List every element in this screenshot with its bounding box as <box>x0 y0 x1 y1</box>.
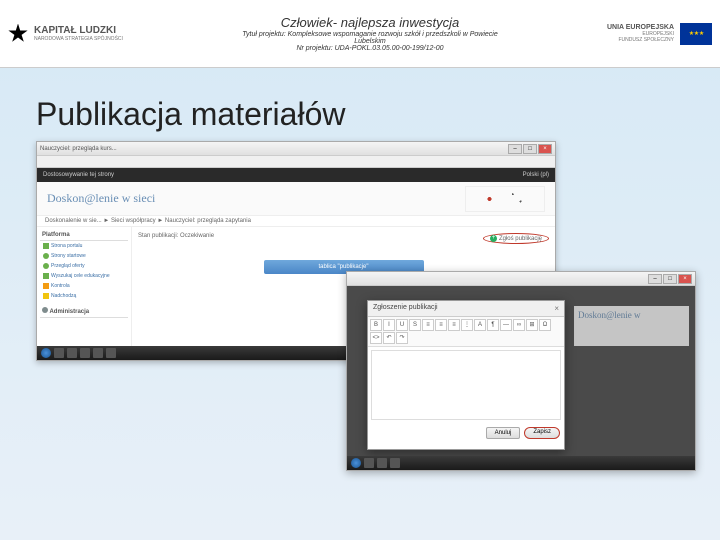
editor-align-button[interactable]: ≡ <box>435 319 447 331</box>
close-button[interactable]: × <box>678 274 692 284</box>
moodle-nav-left[interactable]: Dostosowywanie tej strony <box>43 172 114 178</box>
logo-eu: UNIA EUROPEJSKA EUROPEJSKI FUNDUSZ SPOŁE… <box>582 23 712 45</box>
task-icon[interactable] <box>67 348 77 358</box>
logo-kapital-ludzki: KAPITAŁ LUDZKI NARODOWA STRATEGIA SPÓJNO… <box>8 24 158 44</box>
editor-strike-button[interactable]: S <box>409 319 421 331</box>
task-icon[interactable] <box>390 458 400 468</box>
editor-html-button[interactable]: <> <box>370 332 382 344</box>
arrow-icon <box>43 263 49 269</box>
browser-toolbar <box>37 156 555 168</box>
editor-italic-button[interactable]: I <box>383 319 395 331</box>
logo-main-text: KAPITAŁ LUDZKI <box>34 25 123 36</box>
window-titlebar: – □ × <box>347 272 695 286</box>
maximize-button[interactable]: □ <box>523 144 537 154</box>
task-icon[interactable] <box>377 458 387 468</box>
admin-title: Administracja <box>40 305 128 318</box>
modal-title: Zgłoszenie publikacji <box>373 304 438 313</box>
task-icon[interactable] <box>106 348 116 358</box>
window-title: Nauczyciel: przegląda kurs... <box>40 146 117 152</box>
start-button[interactable] <box>41 348 51 358</box>
moodle-top-nav: Dostosowywanie tej strony Polski (pl) <box>37 168 555 182</box>
sidebar-title: Platforma <box>40 230 128 241</box>
envelope-icon <box>43 293 49 299</box>
header-motto: Człowiek- najlepsza inwestycja <box>158 15 582 30</box>
star-nav-icon <box>43 273 49 279</box>
start-button[interactable] <box>351 458 361 468</box>
editor-link-button[interactable]: ∞ <box>513 319 525 331</box>
editor-undo-button[interactable]: ↶ <box>383 332 395 344</box>
minimize-button[interactable]: – <box>648 274 662 284</box>
project-subtitle: Lubelskim <box>158 38 582 45</box>
banner-graphic <box>465 186 545 212</box>
modal-header: Zgłoszenie publikacji × <box>368 301 564 317</box>
project-number: Nr projektu: UDA-POKL.03.05.00-00-199/12… <box>158 45 582 52</box>
bg-banner: Doskon@lenie w <box>574 306 689 346</box>
editor-redo-button[interactable]: ↷ <box>396 332 408 344</box>
editor-toolbar: B I U S ≡ ≡ ≡ ⋮ A ¶ — ∞ ⊞ Ω <> ↶ ↷ <box>368 317 564 347</box>
windows-taskbar <box>347 456 695 470</box>
sidebar-item-home[interactable]: Strona portalu <box>40 241 128 251</box>
sidebar-item-search[interactable]: Wyszukaj cele edukacyjne <box>40 271 128 281</box>
breadcrumb[interactable]: Doskonalenie w sie... ► Sieci współpracy… <box>37 216 555 227</box>
modal-close-icon[interactable]: × <box>554 304 559 313</box>
editor-align-button[interactable]: ≡ <box>422 319 434 331</box>
editor-bold-button[interactable]: B <box>370 319 382 331</box>
project-title: Tytuł projektu: Kompleksowe wspomaganie … <box>158 31 582 38</box>
minimize-button[interactable]: – <box>508 144 522 154</box>
eu-sub2-text: FUNDUSZ SPOŁECZNY <box>607 37 674 43</box>
task-icon[interactable] <box>93 348 103 358</box>
editor-list-button[interactable]: ⋮ <box>461 319 473 331</box>
eu-flag-icon: ★ ★ ★ <box>680 23 712 45</box>
panel-status: Oczekiwanie <box>180 233 214 239</box>
calendar-icon <box>43 283 49 289</box>
slide-heading: Publikacja materiałów <box>36 96 720 133</box>
close-button[interactable]: × <box>538 144 552 154</box>
window-titlebar: Nauczyciel: przegląda kurs... – □ × <box>37 142 555 156</box>
eu-main-text: UNIA EUROPEJSKA <box>607 24 674 31</box>
logo-sub-text: NARODOWA STRATEGIA SPÓJNOŚCI <box>34 36 123 42</box>
cancel-button[interactable]: Anuluj <box>486 427 521 439</box>
sidebar-item-offer[interactable]: Przegląd oferty <box>40 261 128 271</box>
publication-modal: Zgłoszenie publikacji × B I U S ≡ ≡ ≡ ⋮ … <box>367 300 565 450</box>
task-icon[interactable] <box>54 348 64 358</box>
moodle-nav-right[interactable]: Polski (pl) <box>523 172 549 178</box>
editor-table-button[interactable]: ⊞ <box>526 319 538 331</box>
sidebar-item-upcoming[interactable]: Nadchodzą <box>40 291 128 301</box>
editor-hr-button[interactable]: — <box>500 319 512 331</box>
task-icon[interactable] <box>80 348 90 358</box>
editor-textarea[interactable] <box>371 350 561 420</box>
plus-icon: + <box>490 235 497 242</box>
screenshots-container: Nauczyciel: przegląda kurs... – □ × Dost… <box>36 141 710 481</box>
home-icon <box>43 243 49 249</box>
moodle-banner: Doskon@lenie w sieci <box>37 182 555 216</box>
bg-banner-text: Doskon@lenie w <box>574 306 689 324</box>
slide-header: KAPITAŁ LUDZKI NARODOWA STRATEGIA SPÓJNO… <box>0 0 720 68</box>
panel-label: Stan publikacji <box>138 233 177 239</box>
gear-icon <box>42 307 48 313</box>
editor-symbol-button[interactable]: Ω <box>539 319 551 331</box>
arrow-icon <box>43 253 49 259</box>
moodle-site-title: Doskon@lenie w sieci <box>47 191 155 206</box>
editor-paragraph-button[interactable]: ¶ <box>487 319 499 331</box>
screenshot-publication-modal: – □ × Doskon@lenie w Zgłoszenie publikac… <box>346 271 696 471</box>
add-publication-highlight: + Zgłoś publikację <box>483 233 549 244</box>
modal-footer: Anuluj Zapisz <box>368 423 564 443</box>
maximize-button[interactable]: □ <box>663 274 677 284</box>
add-publication-link[interactable]: Zgłoś publikację <box>499 236 542 242</box>
sidebar: Platforma Strona portalu Strony startowe… <box>37 227 132 347</box>
task-icon[interactable] <box>364 458 374 468</box>
editor-align-button[interactable]: ≡ <box>448 319 460 331</box>
star-icon <box>8 24 28 44</box>
sidebar-item-start[interactable]: Strony startowe <box>40 251 128 261</box>
sidebar-item-control[interactable]: Kontrola <box>40 281 128 291</box>
editor-color-button[interactable]: A <box>474 319 486 331</box>
editor-underline-button[interactable]: U <box>396 319 408 331</box>
submit-button[interactable]: Zapisz <box>524 427 560 439</box>
